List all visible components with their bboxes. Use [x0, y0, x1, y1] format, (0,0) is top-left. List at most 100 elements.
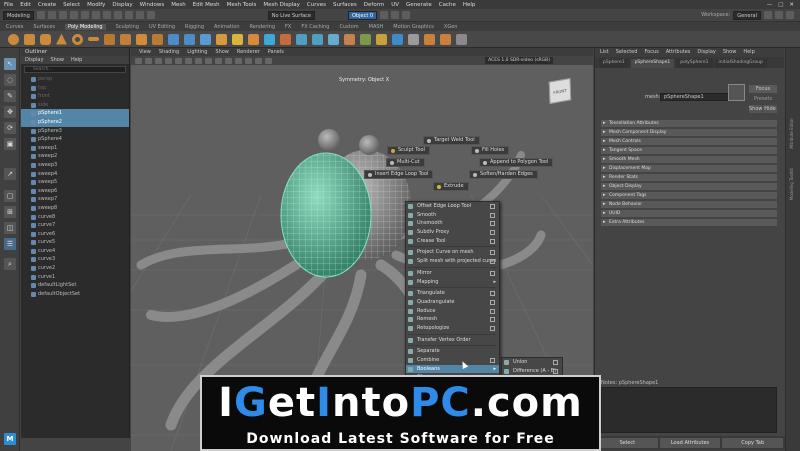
menu-surfaces[interactable]: Surfaces: [333, 2, 357, 8]
rotate-tool-icon[interactable]: ⟳: [4, 122, 16, 134]
snap-point-icon[interactable]: [135, 11, 144, 19]
context-item-smooth[interactable]: Smooth: [406, 211, 499, 220]
outliner-item[interactable]: defaultObjectSet: [21, 290, 129, 299]
attr-tab-2[interactable]: polySphere1: [676, 59, 713, 68]
menu-select[interactable]: Select: [63, 2, 80, 8]
viewport-menu-panels[interactable]: Panels: [268, 48, 284, 56]
menu-curves[interactable]: Curves: [307, 2, 326, 8]
redo-icon[interactable]: [69, 11, 78, 19]
context-item-remesh[interactable]: Remesh: [406, 315, 499, 324]
attr-tab-0[interactable]: pSphere1: [599, 59, 629, 68]
context-item-retopologize[interactable]: Retopologize: [406, 324, 499, 333]
delete-history-icon[interactable]: [456, 33, 467, 45]
separate-icon[interactable]: [184, 33, 195, 45]
snap-curve-icon[interactable]: [124, 11, 133, 19]
object-field[interactable]: Object 0: [348, 10, 378, 20]
outliner-item[interactable]: sweep6: [21, 187, 129, 196]
live-surface-field[interactable]: No Live Surface: [267, 10, 315, 20]
viewport-menu-view[interactable]: View: [139, 48, 151, 56]
select-hierarchy-icon[interactable]: [80, 11, 89, 19]
shelf-tab-uv-editing[interactable]: UV Editing: [149, 24, 175, 30]
notes-textarea[interactable]: [601, 387, 777, 433]
mm-extrude[interactable]: Extrude: [433, 182, 469, 191]
combine-icon[interactable]: [168, 33, 179, 45]
render-settings-icon[interactable]: [402, 11, 411, 19]
shelf-tab-fx-caching[interactable]: FX Caching: [301, 24, 329, 30]
maximize-icon[interactable]: □: [778, 2, 783, 8]
ipr-render-icon[interactable]: [391, 11, 400, 19]
bookmark-icon[interactable]: [155, 57, 162, 64]
outliner-item[interactable]: sweep3: [21, 161, 129, 170]
camera-attributes-icon[interactable]: [145, 57, 152, 64]
menu-edit-mesh[interactable]: Edit Mesh: [193, 2, 220, 8]
outliner-item[interactable]: persp: [21, 75, 129, 84]
minimize-icon[interactable]: —: [767, 2, 773, 8]
attribute-editor-toggle-icon[interactable]: [775, 11, 783, 19]
outliner-item[interactable]: sweep2: [21, 152, 129, 161]
platonic-solid-icon[interactable]: [120, 33, 131, 45]
folder-icon[interactable]: [36, 11, 45, 19]
mm-append-polygon[interactable]: Append to Polygon Tool: [479, 158, 554, 167]
undo-icon[interactable]: [58, 11, 67, 19]
attr-section-render-stats[interactable]: Render Stats: [601, 174, 777, 181]
lasso-tool-icon[interactable]: ◌: [4, 74, 16, 86]
option-box-icon[interactable]: [490, 325, 495, 331]
attr-menu-display[interactable]: Display: [697, 48, 715, 57]
select-button[interactable]: Select: [597, 438, 658, 448]
outliner-item[interactable]: curve2: [21, 264, 129, 273]
outliner-item[interactable]: pSphere3: [21, 127, 129, 136]
mm-multi-cut[interactable]: Multi-Cut: [386, 158, 425, 167]
last-tool-icon[interactable]: ↗: [4, 168, 16, 180]
attr-section-object-display[interactable]: Object Display: [601, 183, 777, 190]
menu-edit[interactable]: Edit: [20, 2, 31, 8]
mm-sculpt-tool[interactable]: Sculpt Tool: [387, 146, 430, 155]
attr-menu-focus[interactable]: Focus: [644, 48, 658, 57]
eye-sphere-left[interactable]: [318, 129, 340, 151]
outliner-search-input[interactable]: Search...: [24, 66, 126, 73]
boolean-icon[interactable]: [200, 33, 211, 45]
poly-sphere-icon[interactable]: [8, 33, 19, 45]
poly-text-icon[interactable]: [136, 33, 147, 45]
shelf-tab-xgen[interactable]: XGen: [444, 24, 458, 30]
single-perspective-icon[interactable]: ▢: [4, 190, 16, 202]
attr-section-tangent-space[interactable]: Tangent Space: [601, 147, 777, 154]
textured-icon[interactable]: [225, 57, 232, 64]
xray-icon[interactable]: [255, 57, 262, 64]
context-item-triangulate[interactable]: Triangulate: [406, 289, 499, 298]
target-weld-icon[interactable]: [312, 33, 323, 45]
menu-windows[interactable]: Windows: [140, 2, 165, 8]
menu-help[interactable]: Help: [463, 2, 476, 8]
attr-section-mesh-controls[interactable]: Mesh Controls: [601, 138, 777, 145]
snap-grid-icon[interactable]: [113, 11, 122, 19]
option-box-icon[interactable]: [490, 299, 495, 305]
viewport-menu-show[interactable]: Show: [215, 48, 229, 56]
multi-cut-icon[interactable]: [296, 33, 307, 45]
focus-button[interactable]: Focus: [749, 85, 777, 93]
paint-select-icon[interactable]: ✎: [4, 90, 16, 102]
camera-icon[interactable]: [135, 57, 142, 64]
select-object-icon[interactable]: [91, 11, 100, 19]
outliner-item[interactable]: curve6: [21, 230, 129, 239]
mm-target-weld[interactable]: Target Weld Tool: [423, 136, 480, 145]
attr-menu-show[interactable]: Show: [723, 48, 737, 57]
context-item-crease-tool[interactable]: Crease Tool: [406, 237, 499, 246]
mm-fill-holes[interactable]: Fill Holes: [471, 146, 510, 155]
menu-generate[interactable]: Generate: [406, 2, 432, 8]
outliner-item[interactable]: curve1: [21, 273, 129, 282]
menu-cache[interactable]: Cache: [439, 2, 456, 8]
render-icon[interactable]: [380, 11, 389, 19]
option-box-icon[interactable]: [490, 308, 495, 314]
append-polygon-icon[interactable]: [280, 33, 291, 45]
context-item-split-mesh-with-projected-curve[interactable]: Split mesh with projected curve: [406, 257, 499, 266]
mm-soften-harden[interactable]: Soften/Harden Edges: [469, 170, 538, 179]
option-box-icon[interactable]: [490, 259, 495, 265]
outliner-item[interactable]: curve8: [21, 213, 129, 222]
option-box-icon[interactable]: [490, 204, 495, 209]
four-view-icon[interactable]: ⊞: [4, 206, 16, 218]
attr-section-tessellation-attributes[interactable]: Tessellation Attributes: [601, 120, 777, 127]
option-box-icon[interactable]: [553, 360, 558, 365]
smooth-shade-icon[interactable]: [215, 57, 222, 64]
layout-icon[interactable]: [764, 11, 772, 19]
menu-mesh[interactable]: Mesh: [171, 2, 185, 8]
option-box-icon[interactable]: [490, 358, 495, 363]
